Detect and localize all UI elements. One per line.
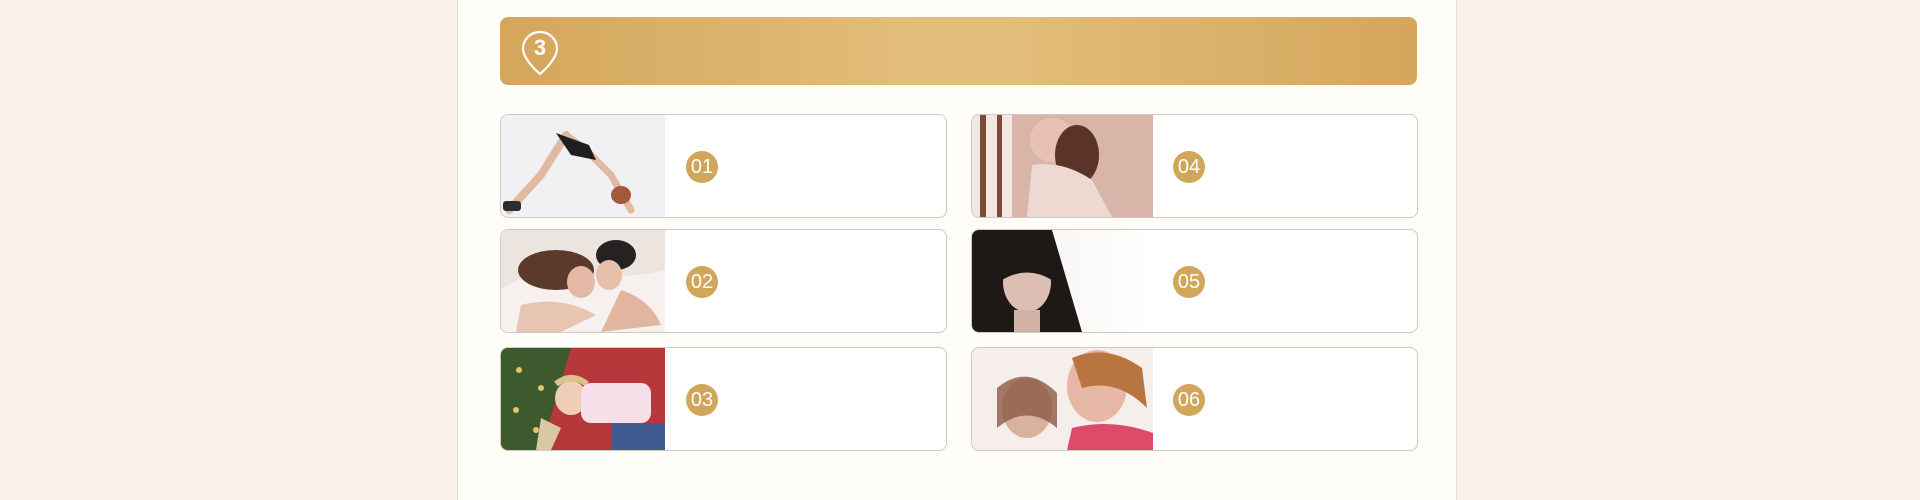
item-number-badge: 05 (1173, 266, 1205, 298)
child-christmas-tree-photo (501, 348, 665, 450)
list-item[interactable]: 02 (500, 229, 947, 333)
yoga-pose-photo (501, 115, 665, 217)
content-panel: 3 01 02 03 04 05 06 (457, 0, 1457, 500)
location-pin-icon: 3 (520, 29, 560, 77)
item-number-badge: 02 (686, 266, 718, 298)
section-banner: 3 (500, 17, 1417, 85)
list-item[interactable]: 03 (500, 347, 947, 451)
item-number-badge: 04 (1173, 151, 1205, 183)
item-number-badge: 06 (1173, 384, 1205, 416)
sad-girl-photo (972, 230, 1153, 332)
item-number-badge: 03 (686, 384, 718, 416)
list-item[interactable]: 05 (971, 229, 1418, 333)
list-item[interactable]: 04 (971, 114, 1418, 218)
two-women-talking-photo (972, 348, 1153, 450)
item-number-badge: 01 (686, 151, 718, 183)
list-item[interactable]: 06 (971, 347, 1418, 451)
woman-by-window-photo (972, 115, 1153, 217)
section-number: 3 (533, 35, 547, 60)
list-item[interactable]: 01 (500, 114, 947, 218)
couple-in-bed-photo (501, 230, 665, 332)
